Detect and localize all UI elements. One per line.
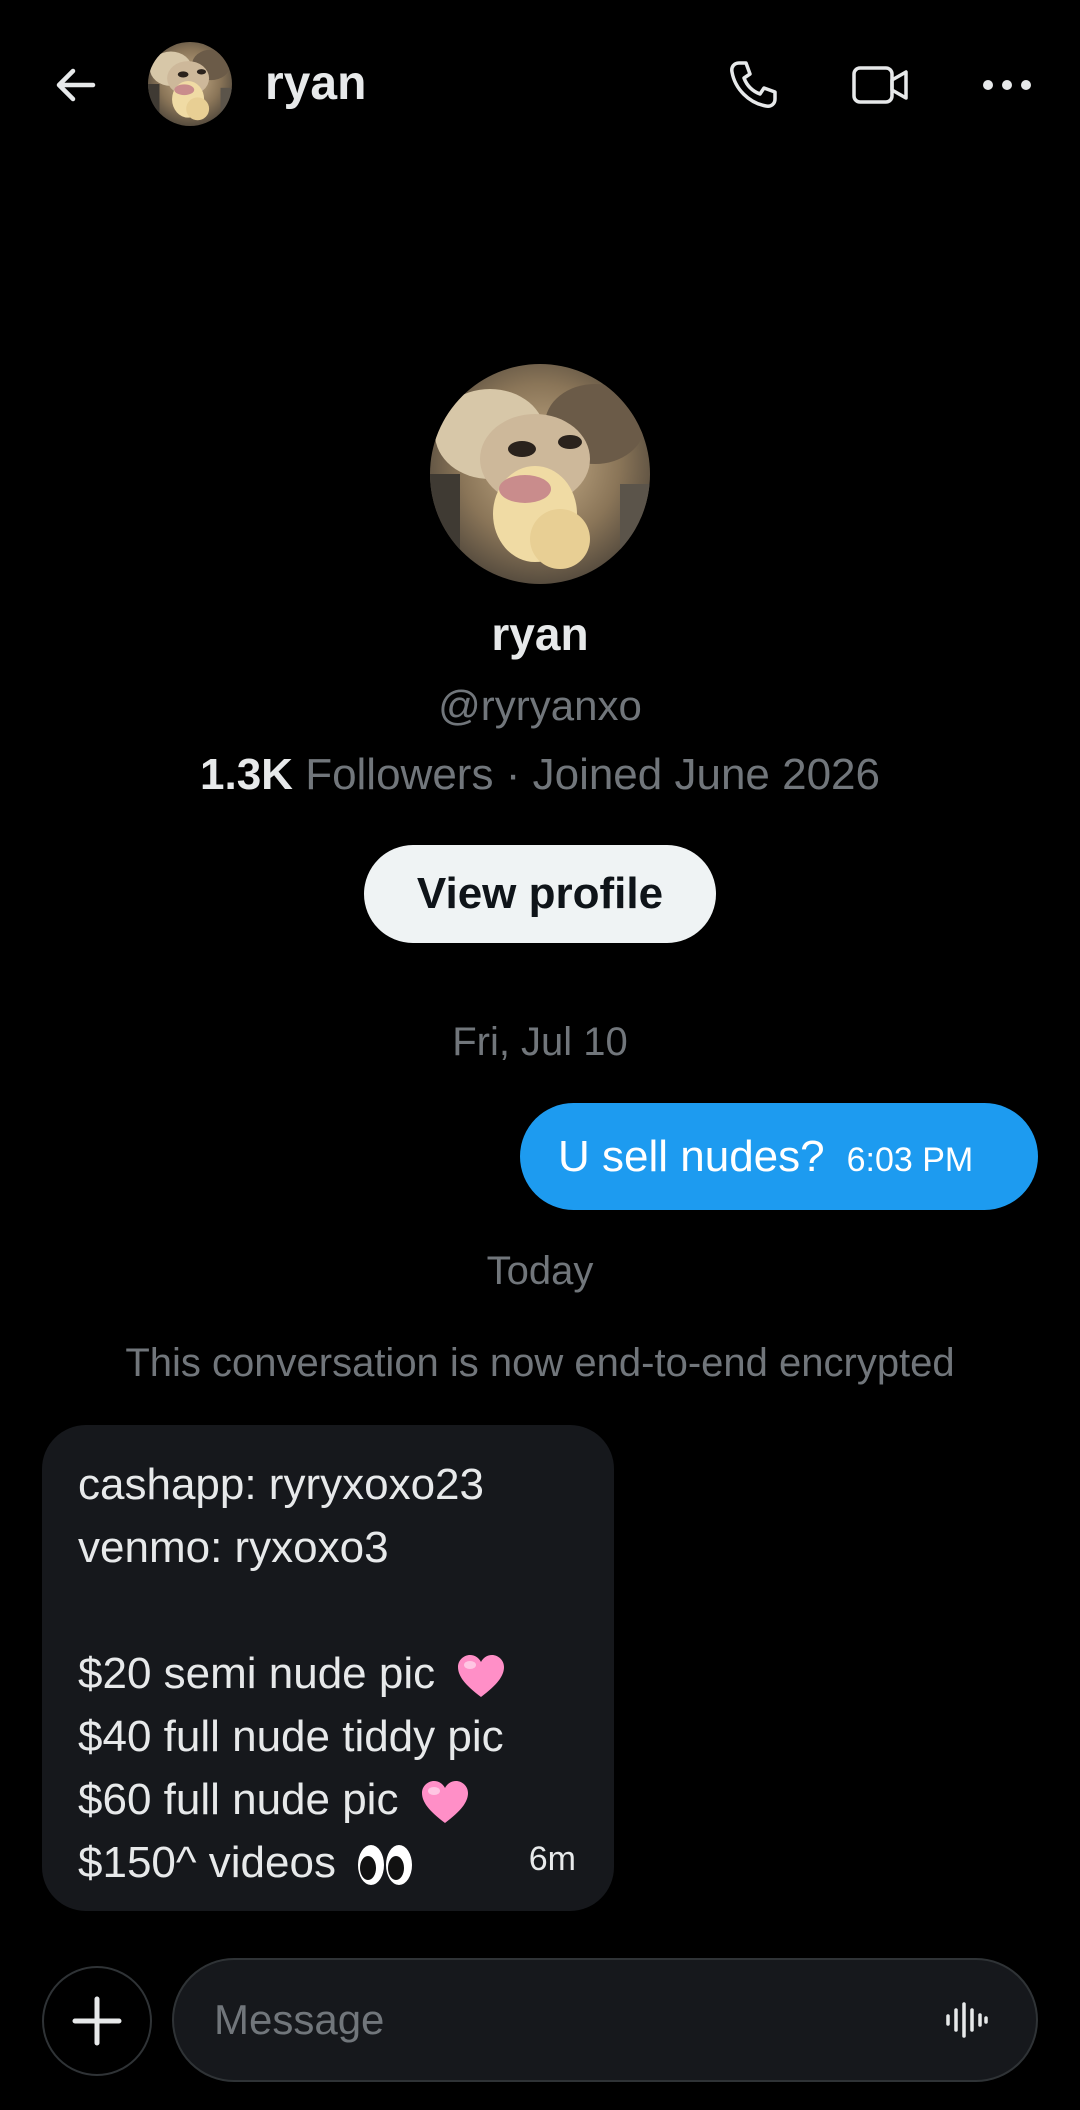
more-options-button[interactable] [972, 50, 1042, 120]
profile-stats: 1.3K Followers · Joined June 2026 [0, 745, 1080, 805]
avatar-image [148, 42, 232, 126]
message-line: $20 semi nude pic [78, 1642, 578, 1705]
message-line: cashapp: ryryxoxo23 [78, 1460, 484, 1509]
eyes-icon [358, 1845, 413, 1886]
followers-label: Followers [305, 750, 494, 799]
avatar-image [430, 364, 650, 584]
pink-heart-icon [458, 1655, 505, 1698]
phone-icon [730, 61, 777, 108]
pink-heart-icon [421, 1781, 468, 1824]
header-contact-name[interactable]: ryan [265, 52, 366, 116]
conversation-header: ryan [0, 0, 1080, 170]
voice-waveform-icon [946, 2002, 988, 2038]
message-composer [172, 1958, 1038, 2082]
message-line: venmo: ryxoxo3 [78, 1523, 389, 1572]
header-avatar[interactable] [148, 42, 232, 126]
video-camera-icon [852, 66, 908, 104]
message-text: U sell nudes? [558, 1131, 825, 1181]
profile-handle: @ryryanxo [438, 682, 642, 729]
joined-date: Joined June 2026 [532, 750, 880, 799]
date-separator: Today [486, 1249, 594, 1293]
add-attachment-button[interactable] [42, 1966, 152, 2076]
message-line-blank [78, 1579, 578, 1642]
back-arrow-icon [56, 68, 96, 102]
message-line: $150^ videos [78, 1831, 578, 1894]
message-time: 6:03 PM [846, 1141, 974, 1179]
voice-message-button[interactable] [936, 1990, 996, 2050]
message-input[interactable] [214, 1996, 936, 2044]
video-call-button[interactable] [846, 50, 916, 120]
outgoing-message[interactable]: U sell nudes? 6:03 PM [520, 1103, 1038, 1210]
date-separator: Fri, Jul 10 [452, 1020, 628, 1064]
profile-name: ryan [491, 608, 589, 660]
call-button[interactable] [718, 50, 788, 120]
profile-avatar[interactable] [430, 364, 650, 584]
incoming-message[interactable]: cashapp: ryryxoxo23 venmo: ryxoxo3 $20 s… [42, 1425, 614, 1911]
message-line: $60 full nude pic [78, 1768, 578, 1831]
followers-count: 1.3K [200, 750, 293, 799]
encryption-notice: This conversation is now end-to-end encr… [125, 1341, 955, 1385]
message-time: 6m [528, 1840, 576, 1878]
more-icon [983, 80, 1031, 90]
plus-icon [72, 1996, 122, 2046]
stats-separator: · [505, 750, 521, 799]
view-profile-button[interactable]: View profile [364, 845, 716, 943]
message-line: $40 full nude tiddy pic [78, 1712, 504, 1761]
back-button[interactable] [40, 50, 110, 120]
